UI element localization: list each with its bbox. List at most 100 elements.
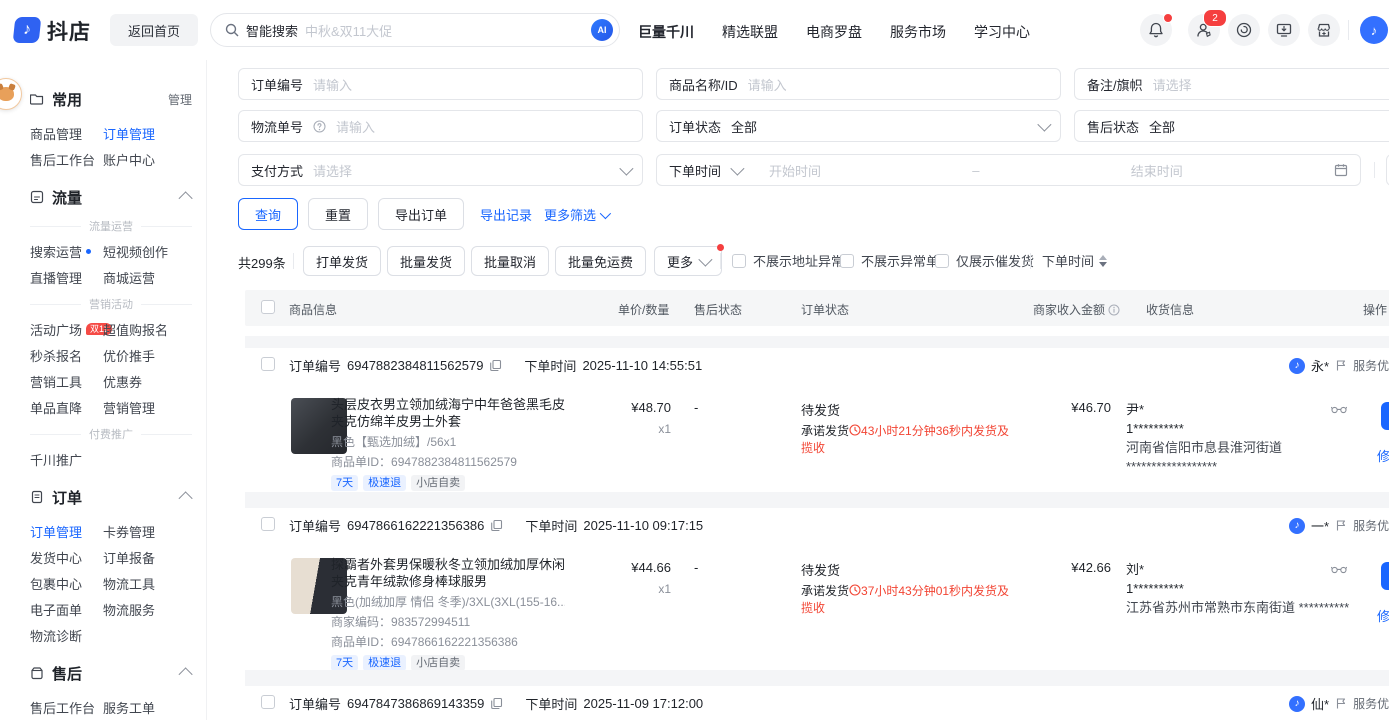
sort-by-order-time[interactable]: 下单时间 (1042, 251, 1107, 270)
filter-time-range[interactable]: 下单时间 开始时间 – 结束时间 (656, 154, 1361, 186)
sidebar-item-marketing-tools[interactable]: 营销工具 (30, 372, 103, 391)
sidebar-item-ship-center[interactable]: 发货中心 (30, 548, 103, 567)
nav-luopan[interactable]: 电商罗盘 (806, 22, 862, 42)
unit-price: ¥44.66 (591, 560, 671, 575)
col-aftersale: 售后状态 (694, 301, 742, 318)
checkbox[interactable] (840, 254, 854, 268)
sidebar-item-service-ticket[interactable]: 服务工单 (103, 698, 192, 717)
sidebar-item-coupon[interactable]: 优惠券 (103, 372, 192, 391)
filter-payment[interactable]: 支付方式请选择 (238, 154, 643, 186)
ai-search-button[interactable]: AI (591, 19, 613, 41)
notification-bell-button[interactable] (1140, 14, 1172, 46)
print-ship-button[interactable]: 打单发货 (303, 246, 381, 276)
smart-search-input[interactable]: 智能搜索 中秋&双11大促 AI (210, 13, 620, 47)
sidebar-item-logistics-tools[interactable]: 物流工具 (103, 574, 192, 593)
filter-order-status[interactable]: 订单状态全部 (656, 110, 1061, 142)
more-filters-link[interactable]: 更多筛选 (544, 205, 608, 224)
ship-action-button-clipped[interactable] (1381, 562, 1389, 590)
sidebar-item-aftersale-workbench[interactable]: 售后工作台 (30, 150, 103, 169)
unit-price: ¥48.70 (591, 400, 671, 415)
sidebar-item-price-push[interactable]: 优价推手 (103, 346, 192, 365)
export-log-link[interactable]: 导出记录 (480, 205, 532, 224)
sidebar-item-marketing-manage[interactable]: 营销管理 (103, 398, 192, 417)
back-home-button[interactable]: 返回首页 (110, 14, 198, 46)
hide-address-abnormal-checkbox[interactable]: 不展示地址异常 (732, 251, 844, 270)
reset-button[interactable]: 重置 (308, 198, 368, 230)
collapse-chevron-icon[interactable] (179, 667, 193, 681)
checkbox[interactable] (935, 254, 949, 268)
order-checkbox[interactable] (261, 517, 275, 531)
query-button[interactable]: 查询 (238, 198, 298, 230)
sidebar-item-direct-discount[interactable]: 单品直降 (30, 398, 103, 417)
filter-remark-flag[interactable]: 备注/旗帜请选择 (1074, 68, 1389, 100)
shop-avatar[interactable]: ♪ (1360, 16, 1388, 44)
edit-address-link[interactable]: 修 (1377, 606, 1389, 625)
sidebar-item-order-manage[interactable]: 订单管理 (103, 124, 192, 143)
copy-icon[interactable] (490, 519, 503, 532)
nav-qianchuan[interactable]: 巨量千川 (638, 22, 694, 42)
flag-icon[interactable] (1335, 519, 1347, 532)
order-row-header: 订单编号 6947882384811562579 下单时间 2025-11-10… (245, 348, 1389, 382)
more-actions-button[interactable]: 更多 (654, 246, 722, 276)
batch-cancel-button[interactable]: 批量取消 (471, 246, 549, 276)
sidebar-item-video-create[interactable]: 短视频创作 (103, 242, 192, 261)
sidebar-item-search-ops[interactable]: 搜索运营 (30, 242, 103, 261)
reveal-info-glasses-icon[interactable] (1331, 564, 1347, 574)
sidebar-item-activity-plaza[interactable]: 活动广场双11 (30, 320, 103, 339)
order-checkbox[interactable] (261, 357, 275, 371)
only-urged-checkbox[interactable]: 仅展示催发货 (935, 251, 1034, 270)
sidebar-item-order-report[interactable]: 订单报备 (103, 548, 192, 567)
collapse-chevron-icon[interactable] (179, 491, 193, 505)
sidebar-item-qianchuan-promo[interactable]: 千川推广 (30, 450, 103, 469)
nav-market[interactable]: 服务市场 (890, 22, 946, 42)
flag-icon[interactable] (1335, 359, 1347, 372)
filter-product-name[interactable]: 商品名称/ID请输入 (656, 68, 1061, 100)
buyer-name[interactable]: 一* (1311, 516, 1329, 535)
sidebar-item-seckill[interactable]: 秒杀报名 (30, 346, 103, 365)
sidebar-item-account-center[interactable]: 账户中心 (103, 150, 192, 169)
filter-order-no[interactable]: 订单编号请输入 (238, 68, 643, 100)
storefront-button[interactable] (1308, 14, 1340, 46)
filter-tracking-no[interactable]: 物流单号 请输入 (238, 110, 643, 142)
copy-icon[interactable] (489, 359, 502, 372)
sidebar-item-logistics-service[interactable]: 物流服务 (103, 600, 192, 619)
compass-button[interactable] (1228, 14, 1260, 46)
douyin-icon: ♪ (1289, 518, 1305, 534)
nav-jingxuan[interactable]: 精选联盟 (722, 22, 778, 42)
collapse-chevron-icon[interactable] (179, 191, 193, 205)
order-checkbox[interactable] (261, 695, 275, 709)
filter-aftersale-status[interactable]: 售后状态全部 (1074, 110, 1389, 142)
sidebar-item-aftersale-workbench-2[interactable]: 售后工作台 (30, 698, 103, 717)
client-download-button[interactable] (1268, 14, 1300, 46)
sidebar-item-logistics-diagnose[interactable]: 物流诊断 (30, 626, 103, 645)
customer-service-button[interactable]: 2 (1188, 14, 1220, 46)
hide-abnormal-order-checkbox[interactable]: 不展示异常单 (840, 251, 939, 270)
select-all-checkbox[interactable] (261, 300, 275, 314)
sidebar-item-super-value[interactable]: 超值购报名 (103, 320, 192, 339)
brand-name: 抖店 (47, 16, 91, 46)
edit-address-link[interactable]: 修 (1377, 446, 1389, 465)
checkbox[interactable] (732, 254, 746, 268)
product-title[interactable]: 探霸者外套男保暖秋冬立领加绒加厚休闲夹克青年绒款修身棒球服男 (331, 556, 565, 590)
buyer-name[interactable]: 仙* (1311, 694, 1329, 713)
sidebar-item-order-manage-2[interactable]: 订单管理 (30, 522, 103, 541)
sidebar-item-live-manage[interactable]: 直播管理 (30, 268, 103, 287)
sidebar-item-e-waybill[interactable]: 电子面单 (30, 600, 103, 619)
sidebar-item-product-manage[interactable]: 商品管理 (30, 124, 103, 143)
buyer-name[interactable]: 永* (1311, 356, 1329, 375)
copy-icon[interactable] (490, 697, 503, 710)
section-common: 常用 管理 (30, 90, 192, 108)
manage-link[interactable]: 管理 (168, 91, 192, 108)
flag-icon[interactable] (1335, 697, 1347, 710)
product-title[interactable]: 头层皮衣男立领加绒海宁中年爸爸黑毛皮夹克仿绵羊皮男士外套 (331, 396, 565, 430)
sidebar-item-card-coupon[interactable]: 卡券管理 (103, 522, 192, 541)
sidebar-item-mall-ops[interactable]: 商城运营 (103, 268, 192, 287)
batch-free-shipping-button[interactable]: 批量免运费 (555, 246, 646, 276)
export-orders-button[interactable]: 导出订单 (378, 198, 464, 230)
reveal-info-glasses-icon[interactable] (1331, 404, 1347, 414)
sidebar-item-package-center[interactable]: 包裹中心 (30, 574, 103, 593)
ship-action-button-clipped[interactable] (1381, 402, 1389, 430)
batch-ship-button[interactable]: 批量发货 (387, 246, 465, 276)
order-time-value: 2025-11-10 09:17:15 (583, 518, 703, 533)
nav-learning[interactable]: 学习中心 (974, 22, 1030, 42)
